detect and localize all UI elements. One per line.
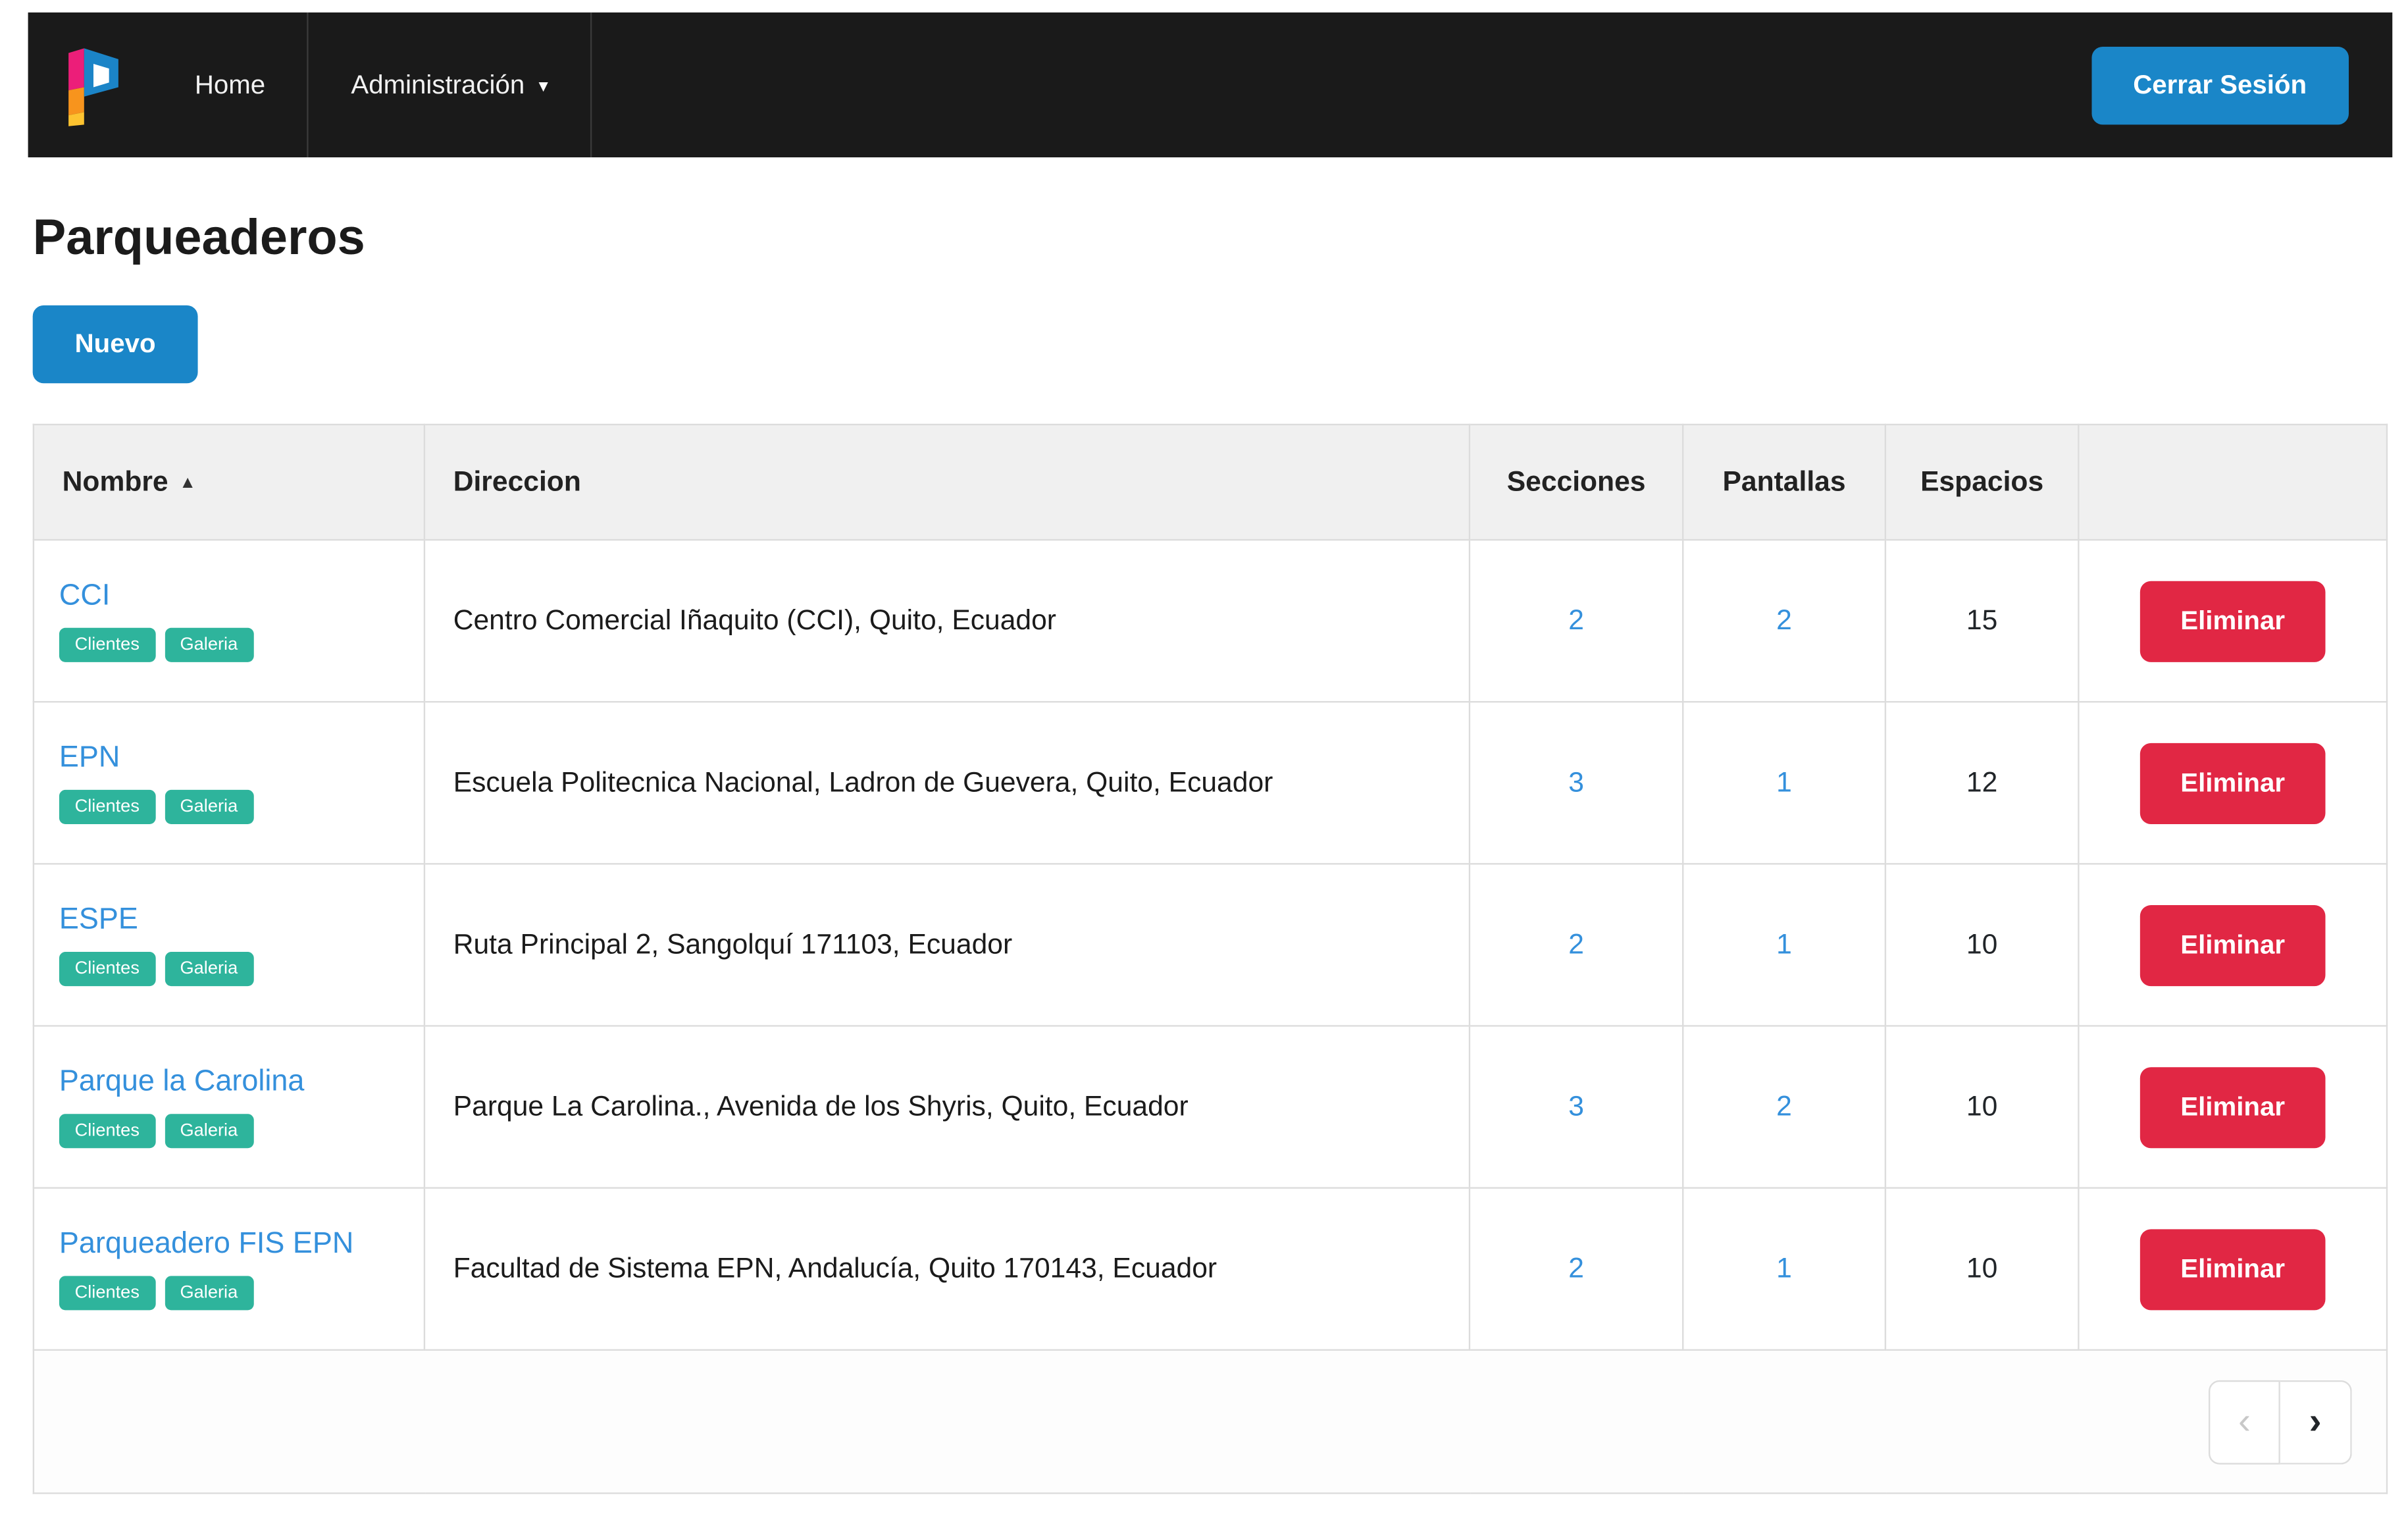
parqueaderos-table: Nombre ▲ Direccion Secciones Pantallas Es… <box>33 424 2393 1494</box>
badges: Clientes Galeria <box>59 1114 399 1148</box>
table-footer: ‹ › <box>34 1350 2387 1494</box>
table-row: ESPE Clientes Galeria Ruta Principal 2, … <box>34 864 2387 1026</box>
pagination: ‹ › <box>68 1380 2352 1464</box>
new-button[interactable]: Nuevo <box>33 305 198 383</box>
column-header-espacios[interactable]: Espacios <box>1885 425 2078 540</box>
page: Home Administración ▾ Cerrar Sesión Parq… <box>0 0 2408 1514</box>
secciones-link[interactable]: 2 <box>1568 929 1584 960</box>
secciones-cell: 2 <box>1470 864 1683 1026</box>
clientes-badge[interactable]: Clientes <box>59 952 155 986</box>
direccion-cell: Centro Comercial Iñaquito (CCI), Quito, … <box>424 540 1470 702</box>
clientes-badge[interactable]: Clientes <box>59 1114 155 1148</box>
badges: Clientes Galeria <box>59 790 399 824</box>
nombre-cell: EPN Clientes Galeria <box>34 702 424 864</box>
espacios-cell: 10 <box>1885 864 2078 1026</box>
logout-button[interactable]: Cerrar Sesión <box>2091 46 2349 124</box>
eliminar-button[interactable]: Eliminar <box>2140 1066 2326 1147</box>
column-header-direccion[interactable]: Direccion <box>424 425 1470 540</box>
table-row: CCI Clientes Galeria Centro Comercial Iñ… <box>34 540 2387 702</box>
table-body: CCI Clientes Galeria Centro Comercial Iñ… <box>34 540 2387 1350</box>
secciones-link[interactable]: 3 <box>1568 766 1584 797</box>
table-row: Parqueadero FIS EPN Clientes Galeria Fac… <box>34 1188 2387 1350</box>
badges: Clientes Galeria <box>59 628 399 662</box>
espacios-cell: 10 <box>1885 1188 2078 1350</box>
galeria-badge[interactable]: Galeria <box>165 628 253 662</box>
pagination-prev-button[interactable]: ‹ <box>2209 1380 2280 1464</box>
nombre-cell: Parqueadero FIS EPN Clientes Galeria <box>34 1188 424 1350</box>
eliminar-button[interactable]: Eliminar <box>2140 743 2326 823</box>
parqueadero-name-link[interactable]: Parqueadero FIS EPN <box>59 1228 353 1262</box>
table-row: EPN Clientes Galeria Escuela Politecnica… <box>34 702 2387 864</box>
clientes-badge[interactable]: Clientes <box>59 1276 155 1310</box>
parqueadero-name-link[interactable]: ESPE <box>59 904 138 938</box>
nav-item-administracion-label: Administración <box>351 69 525 100</box>
pantallas-link[interactable]: 2 <box>1776 604 1792 635</box>
secciones-link[interactable]: 2 <box>1568 604 1584 635</box>
table-row: Parque la Carolina Clientes Galeria Parq… <box>34 1026 2387 1188</box>
pantallas-link[interactable]: 2 <box>1776 1091 1792 1122</box>
nombre-cell: CCI Clientes Galeria <box>34 540 424 702</box>
secciones-cell: 3 <box>1470 1026 1683 1188</box>
nav-item-administracion[interactable]: Administración ▾ <box>307 13 592 157</box>
column-header-nombre[interactable]: Nombre ▲ <box>34 425 424 540</box>
espacios-cell: 15 <box>1885 540 2078 702</box>
direccion-cell: Escuela Politecnica Nacional, Ladron de … <box>424 702 1470 864</box>
app-logo[interactable] <box>28 13 153 157</box>
galeria-badge[interactable]: Galeria <box>165 1276 253 1310</box>
table-header: Nombre ▲ Direccion Secciones Pantallas Es… <box>34 425 2387 540</box>
eliminar-button[interactable]: Eliminar <box>2140 904 2326 985</box>
direccion-cell: Ruta Principal 2, Sangolquí 171103, Ecua… <box>424 864 1470 1026</box>
pantallas-link[interactable]: 1 <box>1776 1253 1792 1284</box>
pantallas-cell: 2 <box>1683 1026 1885 1188</box>
pantallas-cell: 1 <box>1683 1188 1885 1350</box>
galeria-badge[interactable]: Galeria <box>165 952 253 986</box>
eliminar-button[interactable]: Eliminar <box>2140 581 2326 662</box>
clientes-badge[interactable]: Clientes <box>59 790 155 824</box>
direccion-cell: Facultad de Sistema EPN, Andalucía, Quit… <box>424 1188 1470 1350</box>
actions-cell: Eliminar <box>2078 1188 2387 1350</box>
actions-cell: Eliminar <box>2078 1026 2387 1188</box>
secciones-cell: 2 <box>1470 540 1683 702</box>
clientes-badge[interactable]: Clientes <box>59 628 155 662</box>
nombre-cell: ESPE Clientes Galeria <box>34 864 424 1026</box>
actions-cell: Eliminar <box>2078 864 2387 1026</box>
actions-cell: Eliminar <box>2078 702 2387 864</box>
galeria-badge[interactable]: Galeria <box>165 1114 253 1148</box>
espacios-cell: 10 <box>1885 1026 2078 1188</box>
column-header-nombre-label: Nombre <box>63 466 168 497</box>
parqueadero-name-link[interactable]: EPN <box>59 742 120 776</box>
column-header-pantallas[interactable]: Pantallas <box>1683 425 1885 540</box>
pantallas-link[interactable]: 1 <box>1776 929 1792 960</box>
pantallas-cell: 1 <box>1683 702 1885 864</box>
pantallas-cell: 1 <box>1683 864 1885 1026</box>
nombre-cell: Parque la Carolina Clientes Galeria <box>34 1026 424 1188</box>
pantallas-link[interactable]: 1 <box>1776 766 1792 797</box>
espacios-cell: 12 <box>1885 702 2078 864</box>
secciones-link[interactable]: 3 <box>1568 1091 1584 1122</box>
badges: Clientes Galeria <box>59 952 399 986</box>
parqueadero-name-link[interactable]: CCI <box>59 579 110 613</box>
page-title: Parqueaderos <box>33 209 2393 267</box>
secciones-link[interactable]: 2 <box>1568 1253 1584 1284</box>
navbar: Home Administración ▾ Cerrar Sesión <box>28 13 2393 157</box>
pagination-next-button[interactable]: › <box>2280 1380 2352 1464</box>
eliminar-button[interactable]: Eliminar <box>2140 1228 2326 1309</box>
direccion-cell: Parque La Carolina., Avenida de los Shyr… <box>424 1026 1470 1188</box>
badges: Clientes Galeria <box>59 1276 399 1310</box>
column-header-secciones[interactable]: Secciones <box>1470 425 1683 540</box>
column-header-actions <box>2078 425 2387 540</box>
navbar-spacer <box>592 13 2091 157</box>
nav-item-home[interactable]: Home <box>153 13 307 157</box>
app-logo-icon <box>56 43 124 127</box>
secciones-cell: 3 <box>1470 702 1683 864</box>
actions-cell: Eliminar <box>2078 540 2387 702</box>
sort-asc-icon: ▲ <box>179 473 196 492</box>
secciones-cell: 2 <box>1470 1188 1683 1350</box>
parqueadero-name-link[interactable]: Parque la Carolina <box>59 1066 304 1100</box>
chevron-down-icon: ▾ <box>539 76 548 94</box>
galeria-badge[interactable]: Galeria <box>165 790 253 824</box>
pantallas-cell: 2 <box>1683 540 1885 702</box>
